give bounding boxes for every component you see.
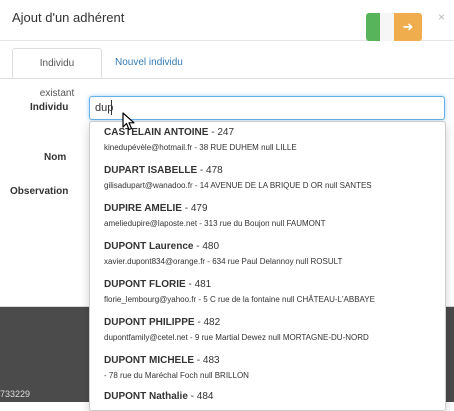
suggestion-name: DUPONT Laurence xyxy=(104,241,194,252)
suggestion-detail: gilisadupart@wanadoo.fr - 14 AVENUE DE L… xyxy=(104,181,372,190)
suggestion-name: DUPONT PHILIPPE xyxy=(104,317,195,328)
individu-label: Individu xyxy=(30,102,69,113)
suggestion-detail: kinedupévèle@hotmail.fr - 38 RUE DUHEM n… xyxy=(104,143,297,152)
toggle-green-segment xyxy=(366,13,380,41)
suggestion-name: DUPONT Nathalie xyxy=(104,391,188,402)
toggle-arrow-icon[interactable]: ➜ xyxy=(394,13,422,41)
close-icon[interactable]: × xyxy=(438,10,445,24)
suggestion-item[interactable]: DUPIRE AMELIE - 479 ameliedupire@laposte… xyxy=(90,199,445,237)
suggestion-id: 480 xyxy=(202,241,220,252)
flag-toggle[interactable]: ➜ xyxy=(366,13,422,41)
suggestion-item[interactable]: DUPONT MICHELE - 483 - 78 rue du Marécha… xyxy=(90,351,445,389)
suggestion-name: DUPONT MICHELE xyxy=(104,355,194,366)
suggestion-id: 479 xyxy=(190,203,208,214)
tab-new-individual[interactable]: Nouvel individu xyxy=(103,48,195,78)
suggestion-id: 483 xyxy=(202,355,220,366)
observation-label: Observation xyxy=(10,186,69,197)
nom-label: Nom xyxy=(44,152,67,163)
suggestion-item[interactable]: DUPART ISABELLE - 478 gilisadupart@wanad… xyxy=(90,161,445,199)
suggestion-item[interactable]: DUPONT Laurence - 480 xavier.dupont834@o… xyxy=(90,237,445,275)
modal-title: Ajout d'un adhérent xyxy=(12,10,125,25)
suggestion-id: 482 xyxy=(203,317,221,328)
suggestion-detail: ameliedupire@laposte.net - 313 rue du Bo… xyxy=(104,219,326,228)
autocomplete-dropdown: CASTELAIN ANTOINE - 247 kinedupévèle@hot… xyxy=(89,121,446,411)
suggestion-id: 478 xyxy=(206,165,223,176)
suggestion-name: DUPIRE AMELIE xyxy=(104,203,182,214)
individu-search-input[interactable] xyxy=(89,96,445,120)
suggestion-detail: - 78 rue du Maréchal Foch null BRILLON xyxy=(104,371,249,380)
suggestion-id: 484 xyxy=(196,391,214,402)
suggestion-item[interactable]: CASTELAIN ANTOINE - 247 kinedupévèle@hot… xyxy=(90,123,445,161)
suggestion-item[interactable]: DUPONT PHILIPPE - 482 dupontfamily@cetel… xyxy=(90,313,445,351)
suggestion-detail: xavier.dupont834@orange.fr - 634 rue Pau… xyxy=(104,257,343,266)
tab-existing-individual[interactable]: Individu existant xyxy=(12,48,102,99)
toggle-white-segment xyxy=(380,13,394,41)
mouse-pointer-icon xyxy=(122,112,135,131)
suggestion-id: 481 xyxy=(194,279,212,290)
tab-bar: Individu existant Nouvel individu xyxy=(0,48,454,99)
suggestion-item[interactable]: DUPONT Nathalie - 484 xyxy=(90,387,445,410)
suggestion-item[interactable]: DUPONT FLORIE - 481 florie_lembourg@yaho… xyxy=(90,275,445,313)
suggestion-name: CASTELAIN ANTOINE xyxy=(104,127,209,138)
background-number: 733229 xyxy=(0,389,31,399)
suggestion-name: DUPART ISABELLE xyxy=(104,165,198,176)
suggestion-detail: florie_lembourg@yahoo.fr - 5 C rue de la… xyxy=(104,295,375,304)
modal-header: Ajout d'un adhérent ➜ × xyxy=(0,0,454,41)
text-caret xyxy=(111,100,112,115)
suggestion-detail: dupontfamily@cetel.net - 9 rue Martial D… xyxy=(104,333,369,342)
suggestion-id: 247 xyxy=(217,127,235,138)
suggestion-name: DUPONT FLORIE xyxy=(104,279,186,290)
